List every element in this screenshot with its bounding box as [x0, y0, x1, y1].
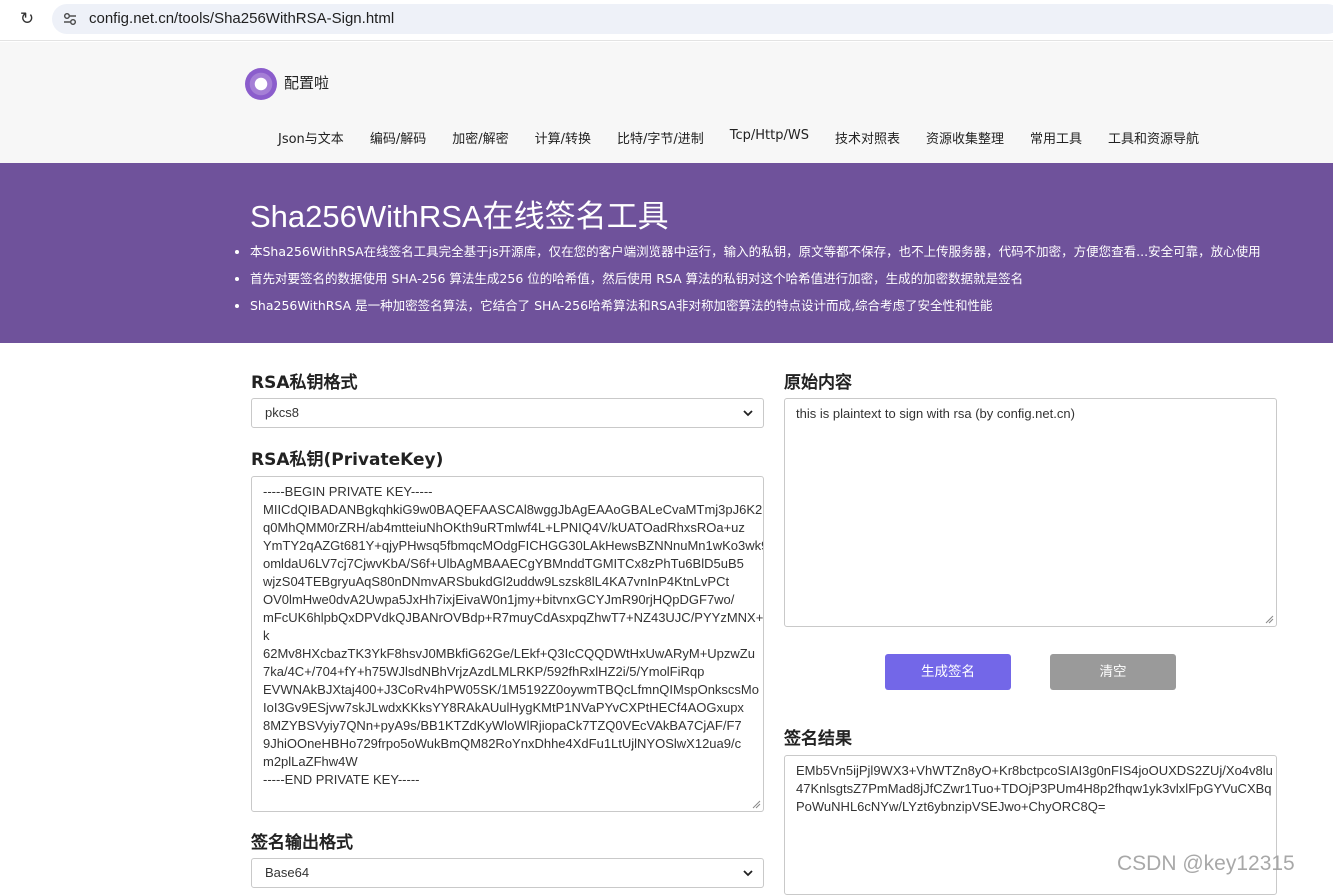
- feature-item: 首先对要签名的数据使用 SHA-256 算法生成256 位的哈希值，然后使用 R…: [250, 270, 1261, 288]
- private-key-text: -----BEGIN PRIVATE KEY----- MIICdQIBADAN…: [263, 484, 764, 787]
- site-brand[interactable]: 配置啦: [284, 72, 329, 93]
- private-key-label: RSA私钥(PrivateKey): [251, 450, 444, 470]
- nav-json-text[interactable]: Json与文本: [265, 128, 357, 147]
- key-format-value: pkcs8: [265, 405, 299, 420]
- nav-calc-convert[interactable]: 计算/转换: [522, 128, 604, 147]
- plaintext-label: 原始内容: [784, 373, 852, 393]
- private-key-textarea[interactable]: -----BEGIN PRIVATE KEY----- MIICdQIBADAN…: [251, 476, 764, 812]
- logo-icon[interactable]: [245, 68, 277, 100]
- key-format-select[interactable]: pkcs8: [251, 398, 764, 428]
- signature-result-text: EMb5Vn5ijPjl9WX3+VhWTZn8yO+Kr8bctpcoSIAI…: [796, 763, 1273, 814]
- page-title: Sha256WithRSA在线签名工具: [250, 199, 669, 234]
- resize-grip-icon[interactable]: [752, 800, 761, 809]
- output-format-select[interactable]: Base64: [251, 858, 764, 888]
- nav-resources[interactable]: 资源收集整理: [913, 128, 1017, 147]
- watermark: CSDN @key12315: [1117, 852, 1295, 875]
- nav-tool-navigation[interactable]: 工具和资源导航: [1095, 128, 1212, 147]
- reload-icon[interactable]: ↻: [18, 10, 36, 28]
- output-format-label: 签名输出格式: [251, 833, 353, 853]
- plaintext-textarea[interactable]: this is plaintext to sign with rsa (by c…: [784, 398, 1277, 627]
- feature-item: 本Sha256WithRSA在线签名工具完全基于js开源库，仅在您的客户端浏览器…: [250, 243, 1261, 261]
- nav-common-tools[interactable]: 常用工具: [1017, 128, 1095, 147]
- feature-item: Sha256WithRSA 是一种加密签名算法，它结合了 SHA-256哈希算法…: [250, 297, 1261, 315]
- browser-toolbar: ↻ config.net.cn/tools/Sha256WithRSA-Sign…: [0, 0, 1333, 41]
- main-nav: Json与文本 编码/解码 加密/解密 计算/转换 比特/字节/进制 Tcp/H…: [265, 128, 1212, 147]
- nav-tcp-http-ws[interactable]: Tcp/Http/WS: [717, 128, 822, 147]
- nav-tech-tables[interactable]: 技术对照表: [822, 128, 913, 147]
- feature-list: 本Sha256WithRSA在线签名工具完全基于js开源库，仅在您的客户端浏览器…: [235, 243, 1261, 324]
- generate-signature-button[interactable]: 生成签名: [885, 654, 1011, 690]
- nav-encrypt-decrypt[interactable]: 加密/解密: [439, 128, 521, 147]
- site-header: 配置啦 Json与文本 编码/解码 加密/解密 计算/转换 比特/字节/进制 T…: [0, 42, 1333, 163]
- clear-button[interactable]: 清空: [1050, 654, 1176, 690]
- hero-banner: Sha256WithRSA在线签名工具 本Sha256WithRSA在线签名工具…: [0, 163, 1333, 343]
- key-format-label: RSA私钥格式: [251, 373, 358, 393]
- address-bar[interactable]: config.net.cn/tools/Sha256WithRSA-Sign.h…: [52, 4, 1333, 34]
- resize-grip-icon[interactable]: [1265, 615, 1274, 624]
- output-format-value: Base64: [265, 865, 310, 880]
- nav-encode-decode[interactable]: 编码/解码: [357, 128, 439, 147]
- plaintext-text: this is plaintext to sign with rsa (by c…: [796, 406, 1075, 421]
- chevron-down-icon: [743, 870, 753, 877]
- nav-bit-byte-radix[interactable]: 比特/字节/进制: [604, 128, 717, 147]
- signature-result-label: 签名结果: [784, 729, 852, 749]
- url-text: config.net.cn/tools/Sha256WithRSA-Sign.h…: [89, 10, 395, 27]
- site-settings-icon[interactable]: [62, 11, 78, 27]
- chevron-down-icon: [743, 410, 753, 417]
